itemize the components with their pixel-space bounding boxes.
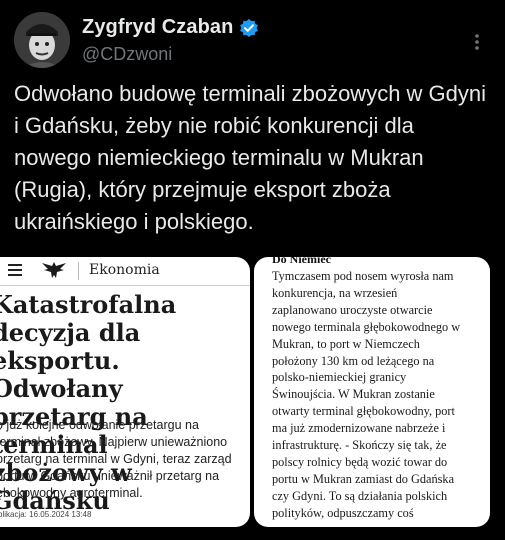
media-image-right[interactable]: Do Niemiec Tymczasem pod nosem wyrosła n… bbox=[254, 257, 490, 527]
author-handle[interactable]: @CDzwoni bbox=[82, 44, 172, 65]
article-section: Ekonomia bbox=[89, 262, 160, 278]
article-publication-date: blikacja: 16.05.2024 13:48 bbox=[0, 510, 92, 519]
article-body-text: Tymczasem pod nosem wyrosła nam konkuren… bbox=[272, 269, 461, 520]
hamburger-menu-icon bbox=[8, 264, 22, 279]
author-name-row: Zygfryd Czaban bbox=[82, 16, 259, 39]
tweet-text: Odwołano budowę terminali zbożowych w Gd… bbox=[14, 81, 487, 234]
media-image-left[interactable]: Ekonomia Katastrofalna decyzja dla ekspo… bbox=[0, 257, 250, 527]
tweet-header: Zygfryd Czaban @CDzwoni bbox=[14, 12, 491, 72]
eagle-logo-icon bbox=[40, 260, 68, 280]
topbar-divider bbox=[78, 262, 79, 280]
avatar[interactable] bbox=[14, 12, 70, 68]
verified-badge-icon bbox=[239, 18, 259, 38]
author-display-name[interactable]: Zygfryd Czaban bbox=[82, 16, 233, 39]
article-subheading: Do Niemiec bbox=[272, 257, 331, 266]
article-lead: o już kolejne odwołanie przetargu na ter… bbox=[0, 418, 232, 500]
more-options-icon[interactable] bbox=[467, 32, 487, 52]
article-topbar: Ekonomia bbox=[0, 257, 250, 286]
